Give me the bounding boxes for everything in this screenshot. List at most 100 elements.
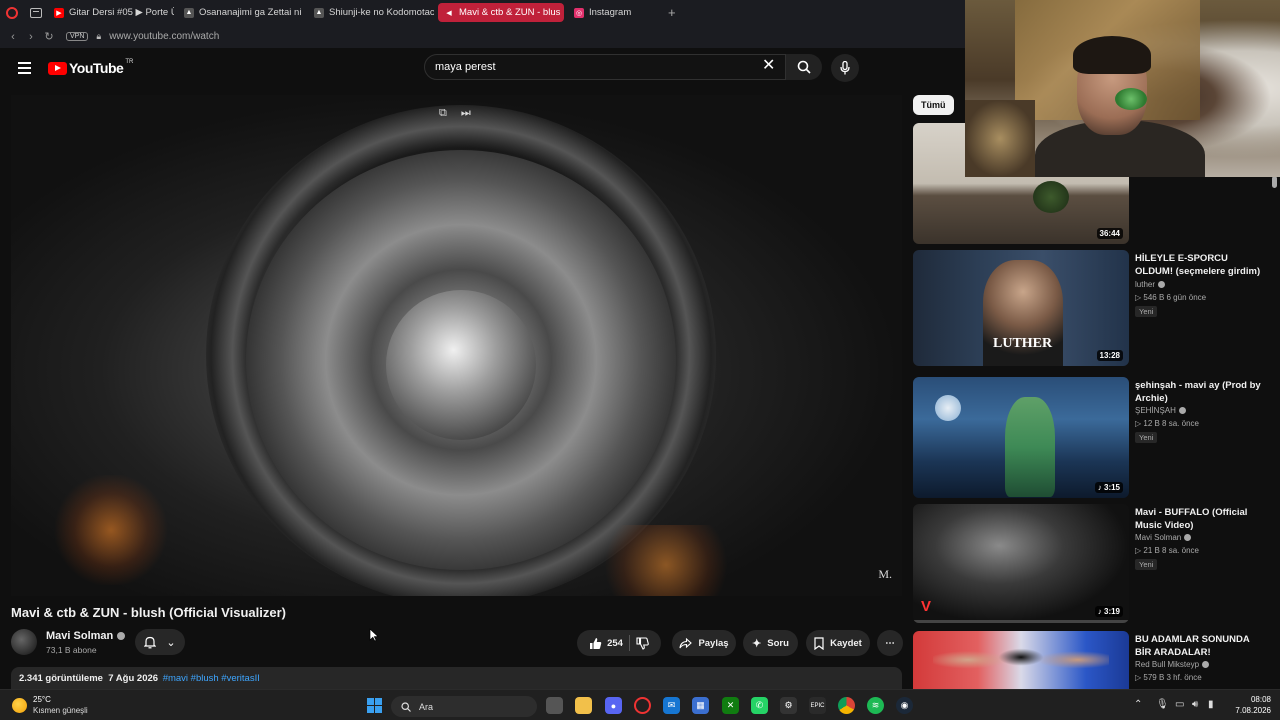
whatsapp-icon[interactable]: ✆ — [751, 697, 768, 714]
battery-icon[interactable]: ▮ — [1208, 699, 1214, 710]
task-view-icon[interactable] — [546, 697, 563, 714]
xbox-icon[interactable]: ✕ — [722, 697, 739, 714]
browser-tab-active[interactable]: ◀ Mavi & ctb & ZUN - blus — [438, 3, 564, 22]
youtube-header: YouTube TR maya perest ✕ — [0, 48, 965, 88]
thumbs-down-icon[interactable] — [636, 636, 649, 650]
recommended-video[interactable]: BU ADAMLAR SONUNDA BİR ARADALAR! Red Bul… — [913, 631, 1273, 689]
tray-chevron-icon[interactable]: ⌃ — [1134, 699, 1142, 710]
more-actions-button[interactable]: ⋯ — [877, 630, 903, 656]
recommended-channel[interactable]: Mavi Solman — [1135, 533, 1192, 542]
youtube-logo[interactable]: YouTube TR — [48, 59, 133, 76]
steelseries-icon[interactable]: ⚙ — [780, 697, 797, 714]
video-player[interactable]: ⧉ ⏭︎ M. — [11, 95, 902, 596]
search-input[interactable]: maya perest — [424, 54, 786, 80]
description-box[interactable]: 2.341 görüntüleme 7 Ağu 2026 #mavi #blus… — [11, 667, 902, 689]
thumbs-up-icon — [590, 637, 602, 649]
browser-tab[interactable]: ▲ Shiunji-ke no Kodomotach — [308, 3, 434, 22]
recommended-title[interactable]: HİLEYLE E-SPORCU OLDUM! (seçmelere girdi… — [1135, 252, 1265, 278]
channel-avatar[interactable] — [11, 629, 37, 655]
epic-games-icon[interactable]: EPIC — [809, 697, 826, 714]
recommended-channel[interactable]: Red Bull Miksteyp — [1135, 660, 1210, 669]
recommended-title[interactable]: şehinşah - mavi ay (Prod by Archie) — [1135, 379, 1265, 405]
filter-chip-all[interactable]: Tümü — [913, 95, 954, 115]
discord-icon[interactable]: ● — [605, 697, 622, 714]
thumbnail-people — [933, 639, 1109, 689]
ask-button[interactable]: ✦ Soru — [743, 630, 798, 656]
view-count: 2.341 görüntüleme — [19, 673, 103, 684]
share-icon — [679, 637, 693, 648]
recommended-channel[interactable]: luther — [1135, 280, 1166, 289]
recommended-meta: ▷ 21 B 8 sa. önce — [1135, 546, 1199, 555]
spotify-icon[interactable]: ≋ — [867, 697, 884, 714]
taskbar-date[interactable]: 7.08.2026 — [1226, 706, 1271, 715]
file-explorer-icon[interactable] — [575, 697, 592, 714]
verified-icon — [1202, 661, 1210, 668]
browser-tab[interactable]: ▲ Osananajimi ga Zettai ni M — [178, 3, 304, 22]
clear-search-icon[interactable]: ✕ — [762, 58, 775, 74]
microsoft-store-icon[interactable]: ▦ — [692, 697, 709, 714]
instagram-icon: ◎ — [574, 7, 584, 18]
youtube-play-icon — [48, 61, 67, 75]
channel-name[interactable]: Mavi Solman — [46, 630, 126, 642]
voice-search-button[interactable] — [831, 54, 859, 82]
taskbar-clock[interactable]: 08:08 — [1239, 695, 1271, 704]
network-icon[interactable]: ▭ — [1175, 699, 1184, 710]
volume-icon[interactable]: 🔊︎ — [1192, 699, 1198, 710]
vpn-badge[interactable]: VPN — [66, 32, 89, 41]
video-thumbnail[interactable]: LUTHER 13:28 — [913, 250, 1129, 366]
recommended-video[interactable]: V ♪ 3:19 Mavi - BUFFALO (Official Music … — [913, 504, 1273, 626]
search-button[interactable] — [786, 54, 822, 80]
search-icon — [797, 60, 811, 74]
speaker-icon[interactable]: ◀ — [444, 8, 454, 18]
url-field[interactable]: www.youtube.com/watch — [109, 31, 219, 42]
back-icon[interactable]: ‹ — [4, 31, 22, 43]
video-thumbnail[interactable] — [913, 631, 1129, 689]
reload-icon[interactable]: ↻ — [40, 30, 58, 43]
lock-icon[interactable]: 🔒︎ — [96, 31, 101, 42]
sparks-effect — [591, 525, 741, 596]
browser-tab[interactable]: ▶ Gitar Dersi #05 ▶ Porte Üz — [48, 3, 174, 22]
outlook-icon[interactable]: ✉ — [663, 697, 680, 714]
recommended-title[interactable]: Mavi - BUFFALO (Official Music Video) — [1135, 506, 1265, 532]
thumbnail-object — [1033, 181, 1069, 213]
forward-icon[interactable]: › — [22, 31, 40, 43]
microphone-icon[interactable]: 🎙︎ — [1156, 699, 1169, 710]
weather-temperature[interactable]: 25°C — [33, 695, 51, 704]
video-thumbnail[interactable]: V ♪ 3:19 — [913, 504, 1129, 623]
steam-icon[interactable]: ◉ — [896, 697, 913, 714]
search-icon — [401, 701, 411, 712]
recommended-video[interactable]: ♪ 3:15 şehinşah - mavi ay (Prod by Archi… — [913, 377, 1273, 499]
speaker-dust-cap — [386, 290, 536, 440]
recommended-channel[interactable]: ŞEHİNŞAH — [1135, 406, 1186, 415]
duration-badge: ♪ 3:15 — [1094, 482, 1123, 493]
browser-tab[interactable]: ◎ Instagram — [568, 3, 658, 22]
hashtags[interactable]: #mavi #blush #veritasII — [163, 673, 260, 684]
webcam-overlay — [965, 0, 1280, 177]
miniplayer-icon[interactable]: ⧉ — [439, 107, 447, 120]
sidebar-scrollbar[interactable] — [1272, 176, 1277, 188]
weather-sun-icon[interactable] — [12, 698, 27, 713]
upload-date: 7 Ağu 2026 — [108, 673, 159, 684]
windows-start-icon[interactable] — [366, 697, 383, 714]
share-button[interactable]: Paylaş — [672, 630, 736, 656]
new-tab-button[interactable]: + — [668, 5, 676, 20]
weather-description[interactable]: Kısmen güneşli — [33, 706, 88, 715]
recommended-video[interactable]: LUTHER 13:28 HİLEYLE E-SPORCU OLDUM! (se… — [913, 250, 1273, 372]
next-video-icon[interactable]: ⏭︎ — [461, 107, 471, 120]
workspaces-icon[interactable] — [24, 0, 48, 25]
taskbar-search[interactable]: Ara — [391, 696, 537, 717]
like-button[interactable]: 254 — [589, 637, 623, 650]
recommended-title[interactable]: BU ADAMLAR SONUNDA BİR ARADALAR! — [1135, 633, 1265, 659]
notification-bell-button[interactable]: ⌄ — [135, 629, 185, 655]
address-bar: ‹ › ↻ VPN 🔒︎ www.youtube.com/watch — [0, 25, 965, 48]
chrome-icon[interactable] — [838, 697, 855, 714]
video-thumbnail[interactable]: ♪ 3:15 — [913, 377, 1129, 498]
browser-logo-icon[interactable] — [0, 0, 24, 25]
opera-icon[interactable] — [634, 697, 651, 714]
verified-icon — [1158, 281, 1166, 288]
save-button[interactable]: Kaydet — [806, 630, 870, 656]
mangadex-icon: ▲ — [314, 7, 324, 18]
bookmark-icon — [814, 636, 824, 650]
hamburger-menu-icon[interactable] — [18, 62, 31, 77]
youtube-icon: ▶ — [54, 7, 64, 18]
